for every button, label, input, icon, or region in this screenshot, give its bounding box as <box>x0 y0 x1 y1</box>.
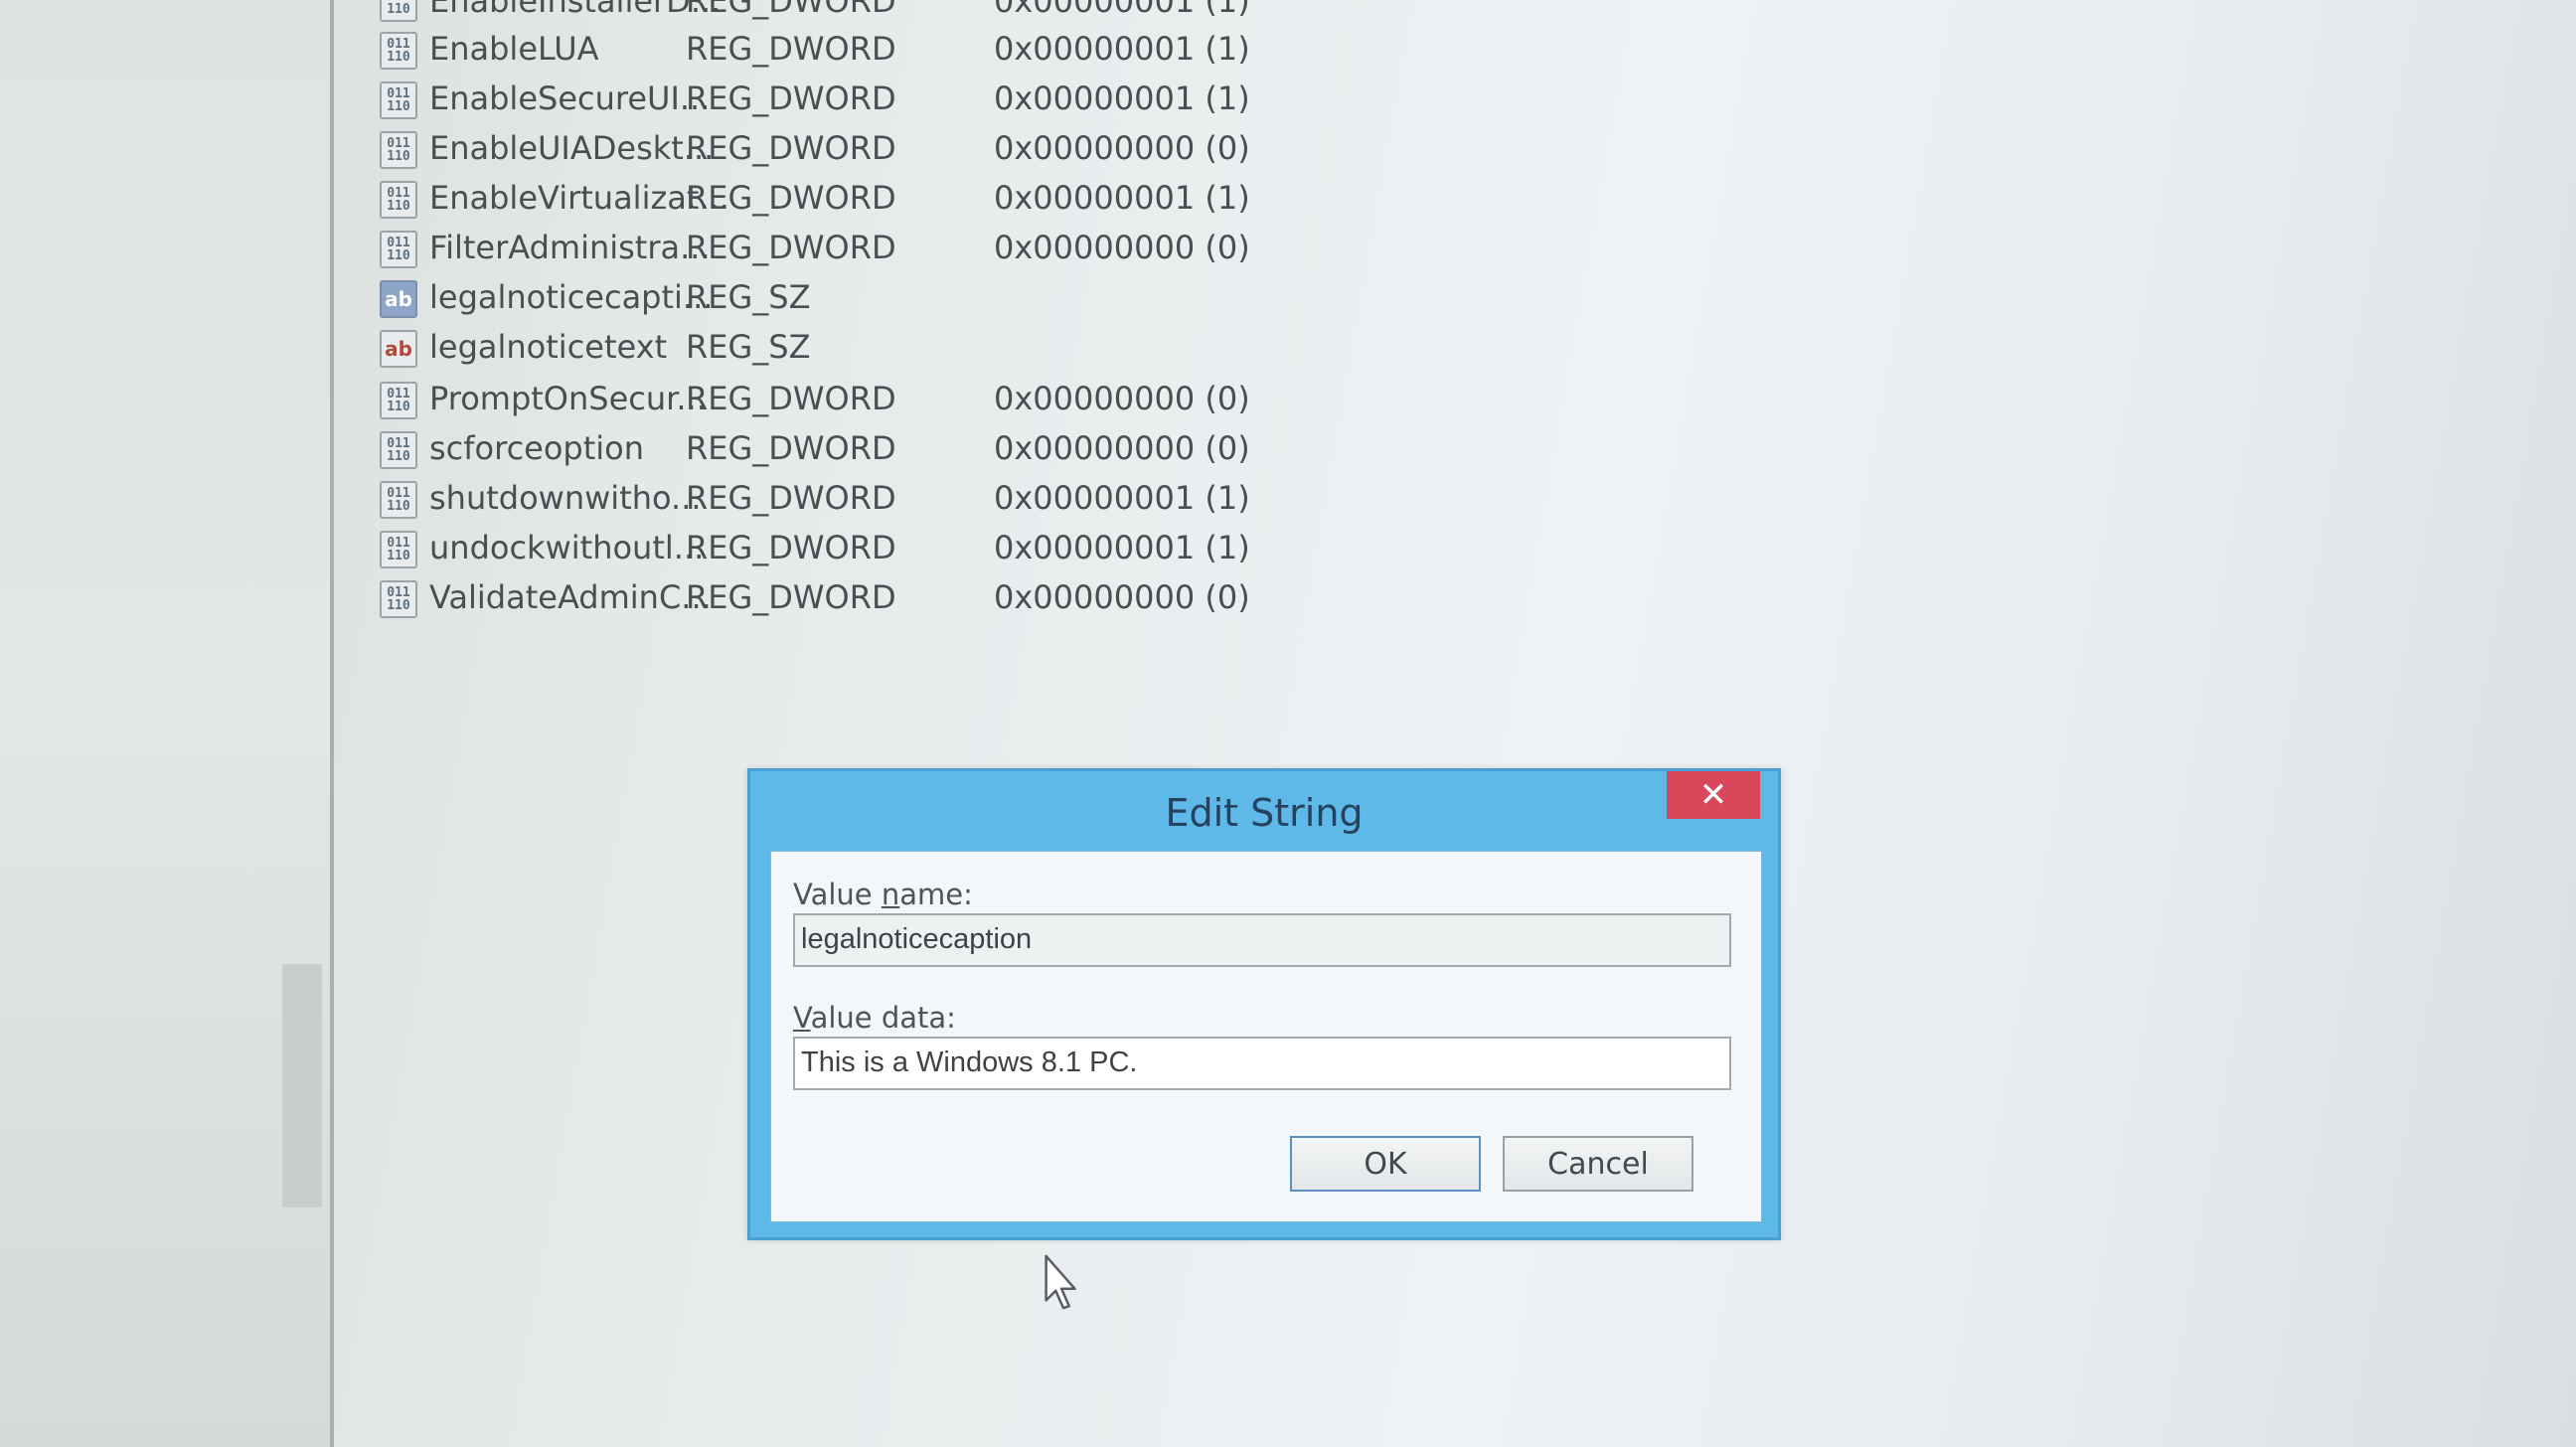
value-name: shutdownwitho... <box>429 479 702 517</box>
registry-value-row[interactable]: 011 110 EnableUIADeskt... REG_DWORD 0x00000… <box>358 125 1352 175</box>
value-name: EnableUIADeskt... <box>429 129 715 167</box>
close-button[interactable]: ✕ <box>1667 771 1760 819</box>
dword-icon: 011 110 <box>380 481 417 519</box>
registry-value-row[interactable]: 011 110 FilterAdministra... REG_DWORD 0x000… <box>358 225 1352 274</box>
registry-value-row[interactable]: 011 110 EnableLUA REG_DWORD 0x00000001 (1) <box>358 26 1352 76</box>
dword-icon: 011 110 <box>380 32 417 70</box>
value-type: REG_SZ <box>686 328 811 366</box>
value-data: 0x00000001 (1) <box>994 30 1250 68</box>
dword-icon: 011 110 <box>380 431 417 469</box>
dialog-title: Edit String <box>1165 791 1364 835</box>
dword-icon: 011 110 <box>380 382 417 419</box>
value-data: 0x00000001 (1) <box>994 179 1250 217</box>
value-type: REG_DWORD <box>686 179 896 217</box>
value-name: legalnoticecapti... <box>429 278 714 316</box>
dword-icon: 011 110 <box>380 181 417 219</box>
value-name: EnableLUA <box>429 30 599 68</box>
value-data-label: Value data: <box>793 1001 956 1035</box>
value-data: 0x00000000 (0) <box>994 429 1250 467</box>
value-type: REG_DWORD <box>686 479 896 517</box>
registry-value-row[interactable]: ab legalnoticetext REG_SZ <box>358 324 1352 374</box>
value-name: scforceoption <box>429 429 645 467</box>
value-name: PromptOnSecur... <box>429 380 707 417</box>
edit-string-dialog: Edit String ✕ Value name: legalnoticecap… <box>747 768 1781 1240</box>
dword-icon: 011 110 <box>380 531 417 568</box>
value-data: 0x00000000 (0) <box>994 129 1250 167</box>
value-name: FilterAdministra... <box>429 229 711 266</box>
value-data: 0x00000001 (1) <box>994 80 1250 117</box>
value-type: REG_DWORD <box>686 30 896 68</box>
value-data: 0x00000000 (0) <box>994 578 1250 616</box>
value-name: EnableVirtualizat... <box>429 179 729 217</box>
value-name: legalnoticetext <box>429 328 668 366</box>
value-type: REG_DWORD <box>686 129 896 167</box>
registry-value-row[interactable]: 011 110 shutdownwitho... REG_DWORD 0x000000… <box>358 475 1352 525</box>
value-data: 0x00000001 (1) <box>994 479 1250 517</box>
value-name: undockwithoutl... <box>429 529 705 566</box>
dword-icon: 011 110 <box>380 81 417 119</box>
dword-icon: 011 110 <box>380 231 417 268</box>
registry-value-row[interactable]: 011 110 ValidateAdminC... REG_DWORD 0x00000… <box>358 574 1352 624</box>
dword-icon: 011 110 <box>380 580 417 618</box>
value-type: REG_DWORD <box>686 429 896 467</box>
cancel-button[interactable]: Cancel <box>1503 1136 1693 1192</box>
value-data: 0x00000001 (1) <box>994 529 1250 566</box>
value-data: 0x00000000 (0) <box>994 380 1250 417</box>
value-type: REG_SZ <box>686 278 811 316</box>
registry-value-row[interactable]: 011 110 EnableVirtualizat... REG_DWORD 0x00… <box>358 175 1352 225</box>
string-icon: ab <box>380 280 417 318</box>
value-data-field[interactable]: This is a Windows 8.1 PC. <box>793 1037 1731 1090</box>
mouse-pointer-icon <box>1045 1254 1076 1310</box>
ok-button[interactable]: OK <box>1290 1136 1481 1192</box>
value-name: EnableInstallerD... <box>429 0 722 20</box>
value-type: REG_DWORD <box>686 80 896 117</box>
value-type: REG_DWORD <box>686 229 896 266</box>
registry-value-row[interactable]: 011 110 EnableInstallerD...REG_DWORD 0x000… <box>358 0 1352 28</box>
value-name: ValidateAdminC... <box>429 578 712 616</box>
value-data: 0x00000000 (0) <box>994 229 1250 266</box>
registry-tree-pane <box>0 0 334 1447</box>
registry-value-row[interactable]: 011 110 EnableSecureUI... REG_DWORD 0x00000… <box>358 76 1352 125</box>
string-icon: ab <box>380 330 417 368</box>
value-type: REG_DWORD <box>686 0 896 20</box>
value-data: 0x00000001 (1) <box>994 0 1250 20</box>
value-name-label: Value name: <box>793 878 973 911</box>
close-icon: ✕ <box>1698 775 1728 815</box>
dword-icon: 011 110 <box>380 0 417 22</box>
dword-icon: 011 110 <box>380 131 417 169</box>
value-type: REG_DWORD <box>686 380 896 417</box>
registry-value-row[interactable]: ab legalnoticecapti... REG_SZ <box>358 274 1352 324</box>
value-name: EnableSecureUI... <box>429 80 711 117</box>
value-type: REG_DWORD <box>686 529 896 566</box>
value-name-field[interactable]: legalnoticecaption <box>793 913 1731 967</box>
registry-value-row[interactable]: 011 110 scforceoption REG_DWORD 0x00000000 … <box>358 425 1352 475</box>
tree-scrollbar[interactable] <box>282 964 322 1207</box>
registry-value-row[interactable]: 011 110 PromptOnSecur... REG_DWORD 0x000000… <box>358 376 1352 425</box>
value-type: REG_DWORD <box>686 578 896 616</box>
registry-value-row[interactable]: 011 110 undockwithoutl... REG_DWORD 0x00000… <box>358 525 1352 574</box>
dialog-body: Value name: legalnoticecaption Value dat… <box>770 851 1762 1222</box>
